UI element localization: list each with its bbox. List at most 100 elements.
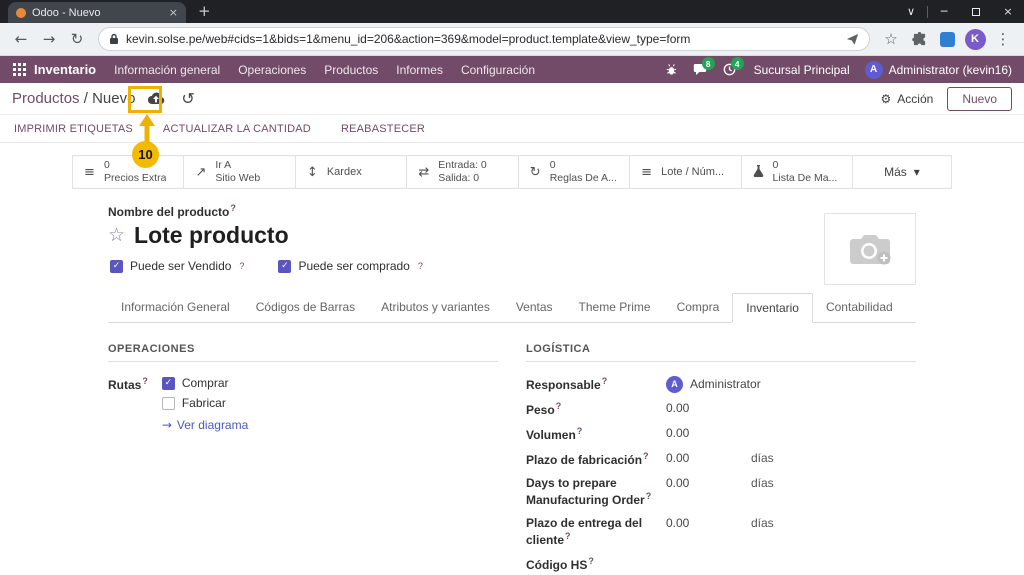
days-to-prepare-mo-field: Days to prepare Manufacturing Order? 0.0… xyxy=(526,476,916,508)
help-mark[interactable]: ? xyxy=(230,203,236,213)
print-labels-button[interactable]: IMPRIMIR ETIQUETAS xyxy=(14,123,133,135)
menu-informacion-general[interactable]: Información general xyxy=(105,63,229,77)
help-mark[interactable]: ? xyxy=(556,401,562,411)
maximize-icon[interactable] xyxy=(960,0,992,23)
stat-reordering-rules[interactable]: ↻ 0Reglas De A... xyxy=(518,155,630,189)
checkbox-checked-icon[interactable]: ✓ xyxy=(110,260,123,273)
company-switcher[interactable]: Sucursal Principal xyxy=(745,63,859,77)
view-diagram-link[interactable]: → Ver diagrama xyxy=(162,418,248,432)
checkbox-checked-icon[interactable]: ✓ xyxy=(278,260,291,273)
menu-informes[interactable]: Informes xyxy=(387,63,452,77)
url-text[interactable]: kevin.solse.pe/web#cids=1&bids=1&menu_id… xyxy=(126,32,839,46)
share-icon[interactable] xyxy=(846,33,859,46)
product-name-label: Nombre del producto? xyxy=(108,203,916,219)
help-mark[interactable]: ? xyxy=(418,261,423,271)
product-name-input[interactable]: Lote producto xyxy=(134,222,289,249)
checkbox-checked-icon[interactable]: ✓ xyxy=(162,377,175,390)
product-image-upload[interactable] xyxy=(824,213,916,285)
help-mark[interactable]: ? xyxy=(602,376,608,386)
tab-inventario[interactable]: Inventario xyxy=(732,293,813,323)
back-icon[interactable]: ← xyxy=(8,26,34,52)
field-value[interactable]: 0.00 xyxy=(666,451,751,466)
window-close-icon[interactable]: × xyxy=(992,0,1024,23)
reload-icon[interactable]: ↻ xyxy=(64,26,90,52)
app-name[interactable]: Inventario xyxy=(32,62,105,77)
favorite-star-icon[interactable]: ☆ xyxy=(108,226,125,245)
bug-icon[interactable] xyxy=(658,56,685,83)
stat-bill-of-materials[interactable]: 0Lista De Ma... xyxy=(741,155,853,189)
tab-informacion-general[interactable]: Información General xyxy=(108,293,243,322)
stat-more-dropdown[interactable]: Más ▾ xyxy=(852,155,952,189)
action-menu-button[interactable]: ⚙ Acción xyxy=(881,92,934,106)
can-be-sold-checkbox[interactable]: ✓ Puede ser Vendido? xyxy=(110,259,244,273)
breadcrumb-separator: / xyxy=(80,90,93,107)
forward-icon[interactable]: → xyxy=(36,26,62,52)
tab-close-icon[interactable]: × xyxy=(169,7,178,18)
route-buy-checkbox[interactable]: ✓ Comprar xyxy=(162,376,248,390)
field-label: Plazo de fabricación? xyxy=(526,451,666,468)
tab-codigos-de-barras[interactable]: Códigos de Barras xyxy=(243,293,368,322)
stat-go-to-website[interactable]: ↗ Ir ASitio Web xyxy=(183,155,295,189)
window-menu-icon[interactable]: ∨ xyxy=(895,0,927,23)
update-quantity-button[interactable]: ACTUALIZAR LA CANTIDAD xyxy=(163,123,311,135)
stat-kardex[interactable]: ↕ Kardex xyxy=(295,155,407,189)
manufacturing-lead-time-field: Plazo de fabricación? 0.00 días xyxy=(526,451,916,468)
field-value[interactable]: 0.00 xyxy=(666,476,751,491)
breadcrumb-parent-link[interactable]: Productos xyxy=(12,90,80,107)
replenish-button[interactable]: REABASTECER xyxy=(341,123,425,135)
stat-value: 0 xyxy=(550,159,617,172)
browser-menu-kebab-icon[interactable]: ⋮ xyxy=(990,26,1016,52)
new-tab-button[interactable]: + xyxy=(198,4,211,19)
new-button[interactable]: Nuevo xyxy=(947,87,1012,111)
help-mark[interactable]: ? xyxy=(577,426,583,436)
messages-icon[interactable]: 8 xyxy=(687,56,714,83)
menu-configuracion[interactable]: Configuración xyxy=(452,63,544,77)
route-manufacture-checkbox[interactable]: Fabricar xyxy=(162,396,248,410)
tab-theme-prime[interactable]: Theme Prime xyxy=(566,293,664,322)
discard-undo-icon[interactable]: ↺ xyxy=(181,91,194,107)
can-be-purchased-checkbox[interactable]: ✓ Puede ser comprado? xyxy=(278,259,422,273)
user-menu[interactable]: A Administrator (kevin16) xyxy=(861,61,1016,79)
label-text: Days to prepare Manufacturing Order xyxy=(526,476,645,507)
tab-contabilidad[interactable]: Contabilidad xyxy=(813,293,906,322)
more-label: Más xyxy=(884,165,907,179)
help-mark[interactable]: ? xyxy=(643,451,649,461)
annotation-highlight-box xyxy=(128,86,162,113)
menu-operaciones[interactable]: Operaciones xyxy=(229,63,315,77)
stat-extra-prices[interactable]: ≡ 0Precios Extra xyxy=(72,155,184,189)
stat-lots-serials[interactable]: ≡ Lote / Núm... xyxy=(629,155,741,189)
extensions-puzzle-icon[interactable] xyxy=(906,26,932,52)
hs-code-field: Código HS? xyxy=(526,556,916,573)
browser-tab[interactable]: Odoo - Nuevo × xyxy=(8,2,186,23)
help-mark[interactable]: ? xyxy=(646,491,652,501)
browser-toolbar: ← → ↻ kevin.solse.pe/web#cids=1&bids=1&m… xyxy=(0,23,1024,56)
extension-badge xyxy=(940,32,955,47)
menu-productos[interactable]: Productos xyxy=(315,63,387,77)
help-mark[interactable]: ? xyxy=(239,261,244,271)
responsible-value[interactable]: A Administrator xyxy=(666,376,916,393)
responsible-avatar: A xyxy=(666,376,683,393)
stat-out: Salida: 0 xyxy=(438,172,486,185)
activities-clock-icon[interactable]: 4 xyxy=(716,56,743,83)
window-controls: ∨ ─ × xyxy=(895,0,1024,23)
minimize-icon[interactable]: ─ xyxy=(928,0,960,23)
stat-in-out[interactable]: ⇄ Entrada: 0Salida: 0 xyxy=(406,155,518,189)
field-value[interactable]: 0.00 xyxy=(666,401,751,416)
address-bar[interactable]: kevin.solse.pe/web#cids=1&bids=1&menu_id… xyxy=(98,27,870,51)
field-value[interactable]: 0.00 xyxy=(666,426,751,441)
browser-profile-avatar[interactable]: K xyxy=(962,26,988,52)
checkbox-unchecked-icon[interactable] xyxy=(162,397,175,410)
tab-ventas[interactable]: Ventas xyxy=(503,293,566,322)
messages-badge: 8 xyxy=(702,57,715,70)
apps-grid-icon[interactable] xyxy=(6,63,32,76)
help-mark[interactable]: ? xyxy=(565,531,571,541)
help-mark[interactable]: ? xyxy=(142,376,148,386)
odoo-favicon xyxy=(16,8,26,18)
tab-compra[interactable]: Compra xyxy=(664,293,733,322)
pinned-extension-icon[interactable] xyxy=(934,26,960,52)
field-value[interactable]: 0.00 xyxy=(666,516,751,531)
stat-label: Sitio Web xyxy=(215,172,260,185)
bookmark-star-icon[interactable]: ☆ xyxy=(878,26,904,52)
tab-atributos-variantes[interactable]: Atributos y variantes xyxy=(368,293,503,322)
help-mark[interactable]: ? xyxy=(588,556,594,566)
